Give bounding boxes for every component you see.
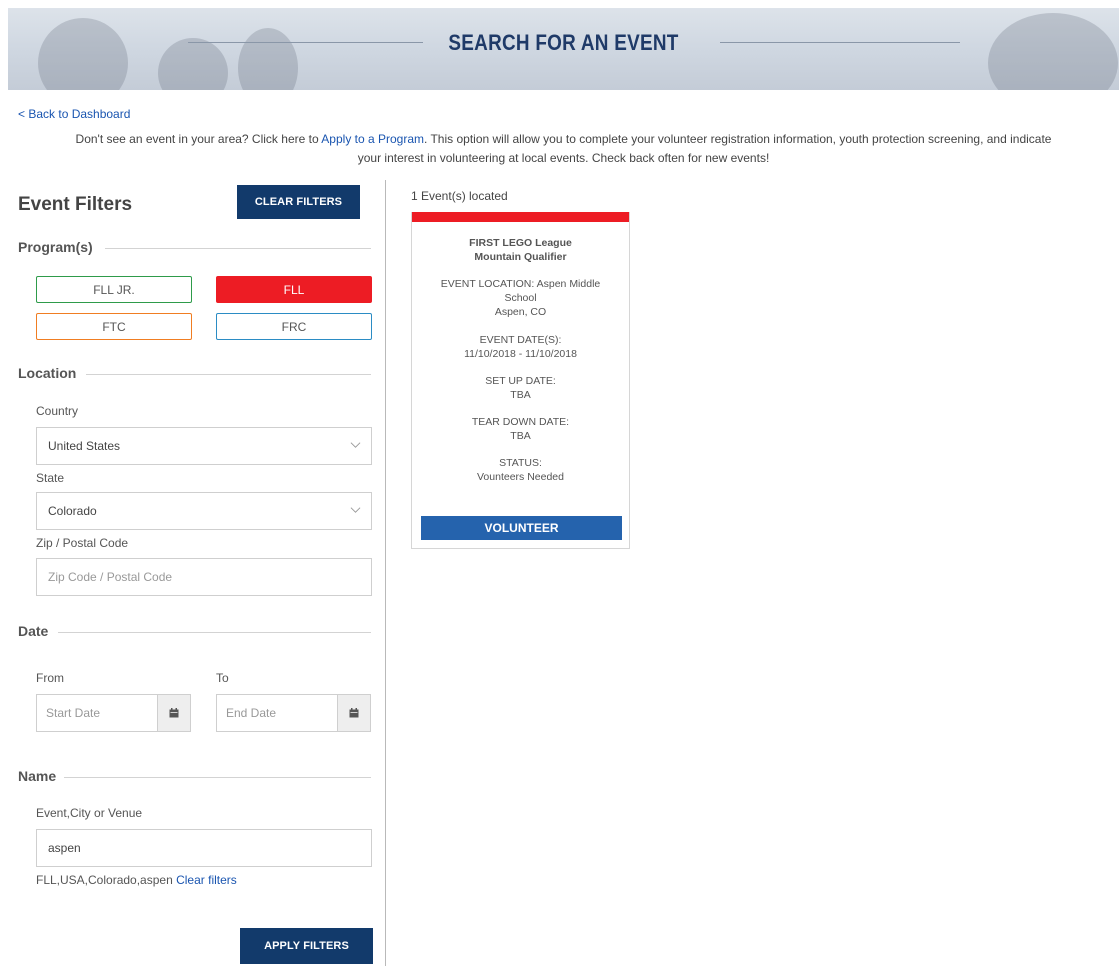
zip-label: Zip / Postal Code: [36, 536, 129, 550]
event-location-value: Aspen Middle: [536, 278, 601, 290]
chevron-down-icon: [350, 442, 361, 448]
chevron-down-icon: [350, 507, 361, 513]
program-fll-jr-button[interactable]: FLL JR.: [36, 276, 192, 303]
event-name-line1: FIRST LEGO League: [469, 237, 572, 249]
calendar-icon: [349, 708, 359, 718]
date-section-label: Date: [18, 623, 49, 639]
status-value: Vounteers Needed: [477, 471, 564, 483]
event-name-input[interactable]: [36, 829, 372, 867]
intro-text-line2: your interest in volunteering at local e…: [357, 151, 770, 165]
program-ftc-button[interactable]: FTC: [36, 313, 192, 340]
location-section-label: Location: [18, 365, 77, 381]
country-label: Country: [36, 404, 79, 418]
intro-text-end: . This option will allow you to complete…: [424, 132, 1052, 146]
setup-date-label: SET UP DATE:: [485, 375, 556, 387]
volunteer-button[interactable]: VOLUNTEER: [421, 516, 622, 540]
intro-text: Don't see an event in your area? Click h…: [8, 130, 1119, 168]
start-date-calendar-button[interactable]: [157, 694, 191, 732]
results-count: 1 Event(s) located: [411, 189, 508, 203]
apply-to-program-link[interactable]: Apply to a Program: [321, 132, 424, 146]
event-name-line2: Mountain Qualifier: [474, 251, 567, 263]
end-date-calendar-button[interactable]: [337, 694, 371, 732]
filters-title: Event Filters: [18, 194, 133, 215]
active-filters-text: FLL,USA,Colorado,aspen: [36, 873, 173, 887]
event-location-line2: School: [504, 292, 537, 304]
intro-text-start: Don't see an event in your area? Click h…: [75, 132, 322, 146]
event-dates-value: 11/10/2018 - 11/10/2018: [464, 348, 577, 360]
zip-input[interactable]: [36, 558, 372, 596]
program-fll-button[interactable]: FLL: [216, 276, 372, 303]
programs-divider: [105, 248, 371, 249]
back-to-dashboard-link[interactable]: < Back to Dashboard: [18, 107, 130, 121]
event-location-city: Aspen, CO: [494, 306, 547, 318]
apply-filters-button[interactable]: APPLY FILTERS: [240, 928, 373, 964]
event-filters-panel: Event Filters CLEAR FILTERS Program(s) F…: [0, 180, 386, 966]
name-section-label: Name: [18, 768, 57, 784]
setup-date-value: TBA: [510, 389, 531, 401]
state-select[interactable]: Colorado: [36, 492, 372, 530]
start-date-input[interactable]: [36, 694, 157, 732]
date-divider: [58, 632, 371, 633]
country-select[interactable]: United States: [36, 427, 372, 465]
event-location-label: EVENT LOCATION:: [440, 278, 535, 290]
country-value: United States: [48, 439, 121, 453]
active-filters-summary: FLL,USA,Colorado,aspen Clear filters: [36, 873, 237, 887]
clear-filters-button[interactable]: CLEAR FILTERS: [237, 185, 360, 219]
to-label: To: [216, 671, 229, 685]
calendar-icon: [169, 708, 179, 718]
state-label: State: [36, 471, 65, 485]
teardown-date-value: TBA: [510, 430, 531, 442]
state-value: Colorado: [48, 504, 97, 518]
from-label: From: [36, 671, 64, 685]
status-label: STATUS:: [499, 457, 542, 469]
location-divider: [86, 374, 371, 375]
event-city-venue-label: Event,City or Venue: [36, 806, 143, 820]
card-accent-bar: [412, 212, 629, 222]
event-dates-label: EVENT DATE(S):: [479, 334, 562, 346]
header-banner: SEARCH FOR AN EVENT: [8, 8, 1119, 90]
programs-section-label: Program(s): [18, 239, 93, 255]
name-divider: [64, 777, 371, 778]
event-card: FIRST LEGO League Mountain Qualifier EVE…: [411, 212, 630, 549]
program-frc-button[interactable]: FRC: [216, 313, 372, 340]
teardown-date-label: TEAR DOWN DATE:: [471, 416, 570, 428]
event-location: EVENT LOCATION: Aspen Middle: [412, 277, 629, 291]
page-title: SEARCH FOR AN EVENT: [448, 30, 679, 55]
clear-filters-link[interactable]: Clear filters: [176, 873, 237, 887]
end-date-input[interactable]: [216, 694, 337, 732]
